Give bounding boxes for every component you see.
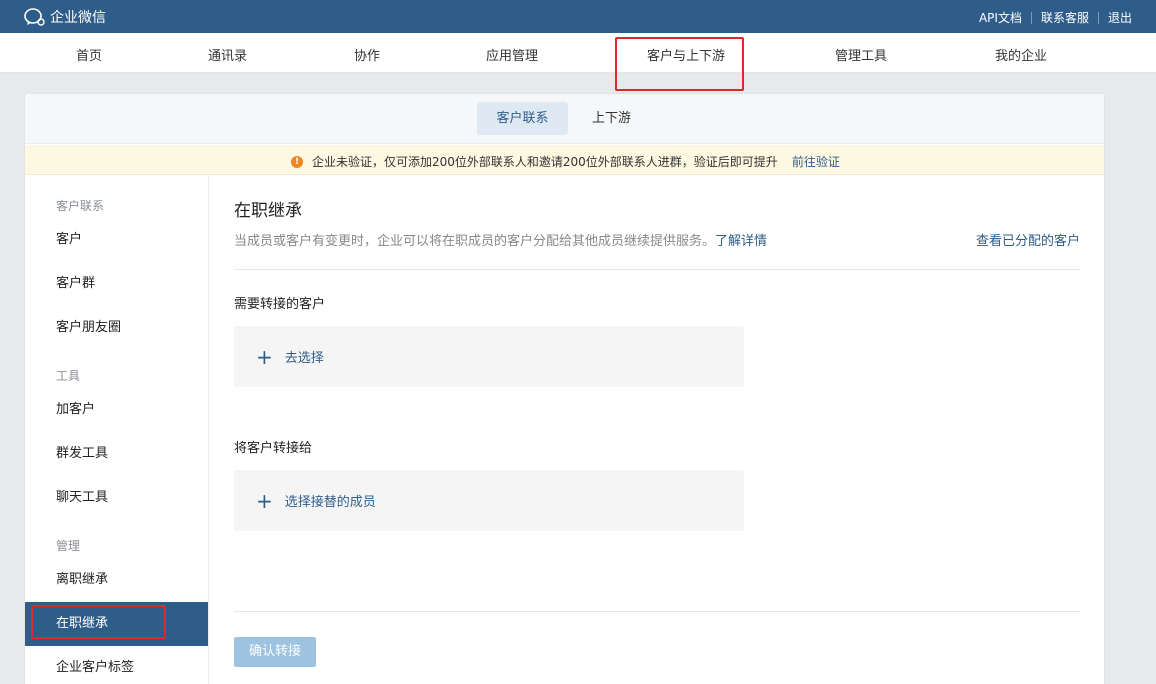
select-successor-picker[interactable]: + 选择接替的成员	[234, 470, 744, 531]
section-label-customers: 需要转接的客户	[234, 297, 326, 312]
confirm-transfer-button[interactable]: 确认转接	[234, 637, 316, 667]
sidebar-item-moments[interactable]: 客户朋友圈	[25, 306, 208, 350]
logo[interactable]: 企业微信	[24, 7, 106, 27]
sidebar-group-tools: 工具	[56, 369, 81, 383]
nav-contacts[interactable]: 通讯录	[208, 45, 247, 64]
tab-customer-contact[interactable]: 客户联系	[477, 102, 568, 135]
logo-text: 企业微信	[50, 10, 106, 26]
verify-link[interactable]: 前往验证	[792, 153, 840, 170]
divider	[1097, 11, 1099, 24]
description-text: 当成员或客户有变更时，企业可以将在职成员的客户分配给其他成员继续提供服务。	[234, 234, 716, 249]
logout-link[interactable]: 退出	[1108, 9, 1132, 26]
main-card: 客户联系 上下游 ! 企业未验证，仅可添加200位外部联系人和邀请200位外部联…	[24, 93, 1105, 684]
nav-home[interactable]: 首页	[76, 45, 102, 64]
sidebar-item-resigned-inheritance[interactable]: 离职继承	[25, 558, 208, 602]
sub-tabs: 客户联系 上下游	[25, 94, 1104, 144]
main-nav: 首页 通讯录 协作 应用管理 客户与上下游 管理工具 我的企业	[0, 33, 1156, 73]
nav-management-tools[interactable]: 管理工具	[835, 45, 887, 64]
wecom-logo-icon	[24, 7, 46, 27]
divider	[234, 611, 1080, 612]
sidebar-item-broadcast[interactable]: 群发工具	[25, 432, 208, 476]
sidebar-item-customer-tags[interactable]: 企业客户标签	[25, 646, 208, 684]
sidebar: 客户联系 客户 客户群 客户朋友圈 工具 加客户 群发工具 聊天工具 管理 离职…	[25, 176, 209, 684]
sidebar-group-customer-contact: 客户联系	[56, 199, 105, 213]
nav-app-management[interactable]: 应用管理	[486, 45, 538, 64]
divider	[234, 269, 1080, 270]
contact-support-link[interactable]: 联系客服	[1041, 9, 1089, 26]
tab-upstream-downstream[interactable]: 上下游	[592, 102, 636, 135]
learn-more-link[interactable]: 了解详情	[715, 234, 767, 249]
sidebar-item-customers[interactable]: 客户	[25, 218, 208, 262]
divider	[1030, 11, 1032, 24]
sidebar-item-customer-groups[interactable]: 客户群	[25, 262, 208, 306]
top-links: API文档 联系客服 退出	[979, 9, 1132, 26]
plus-icon: +	[256, 488, 273, 513]
plus-icon: +	[256, 344, 273, 369]
sidebar-item-active-inheritance[interactable]: 在职继承	[25, 602, 208, 646]
notice-text: 企业未验证，仅可添加200位外部联系人和邀请200位外部联系人进群，验证后即可提…	[312, 155, 778, 169]
page-title: 在职继承	[234, 201, 302, 221]
content-panel: 在职继承 当成员或客户有变更时，企业可以将在职成员的客户分配给其他成员继续提供服…	[234, 176, 1080, 684]
select-customers-label: 去选择	[284, 351, 324, 366]
warning-icon: !	[291, 155, 303, 168]
verification-notice: ! 企业未验证，仅可添加200位外部联系人和邀请200位外部联系人进群，验证后即…	[25, 145, 1104, 175]
sidebar-group-management: 管理	[56, 539, 81, 553]
sidebar-item-chat-tools[interactable]: 聊天工具	[25, 476, 208, 520]
select-customers-picker[interactable]: + 去选择	[234, 326, 744, 387]
section-label-transfer-to: 将客户转接给	[234, 441, 313, 456]
nav-my-enterprise[interactable]: 我的企业	[995, 45, 1047, 64]
select-successor-label: 选择接替的成员	[284, 495, 376, 510]
sidebar-item-add-customer[interactable]: 加客户	[25, 388, 208, 432]
api-docs-link[interactable]: API文档	[979, 9, 1022, 26]
page-description: 当成员或客户有变更时，企业可以将在职成员的客户分配给其他成员继续提供服务。了解详…	[234, 230, 767, 249]
nav-customers-partners[interactable]: 客户与上下游	[647, 45, 725, 64]
nav-collaboration[interactable]: 协作	[354, 45, 380, 64]
view-assigned-customers-link[interactable]: 查看已分配的客户	[976, 230, 1080, 249]
top-bar: 企业微信 API文档 联系客服 退出	[0, 0, 1156, 33]
